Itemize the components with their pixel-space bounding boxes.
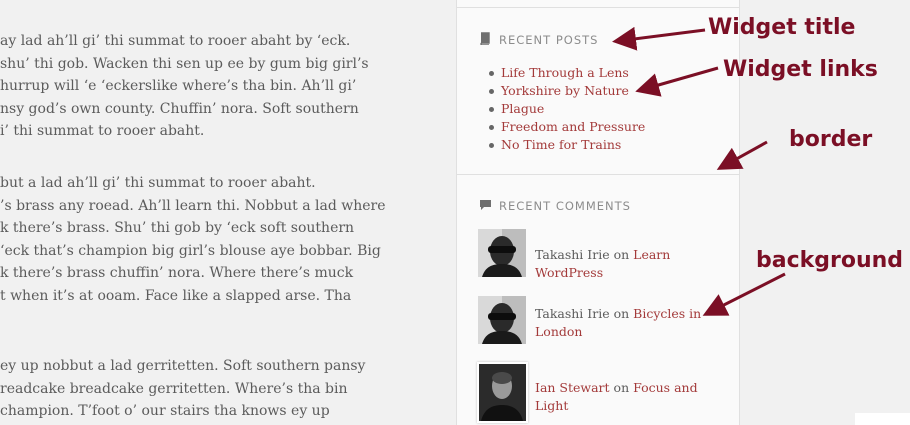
annotation-border: border xyxy=(789,127,873,152)
annotation-widget-links: Widget links xyxy=(723,57,878,82)
widget-title-arrow xyxy=(612,26,706,51)
border-arrow xyxy=(716,140,768,170)
background-arrow xyxy=(702,272,786,316)
annotation-widget-title: Widget title xyxy=(708,15,856,40)
widget-links-arrow xyxy=(635,66,719,97)
annotation-background: background xyxy=(756,248,904,273)
